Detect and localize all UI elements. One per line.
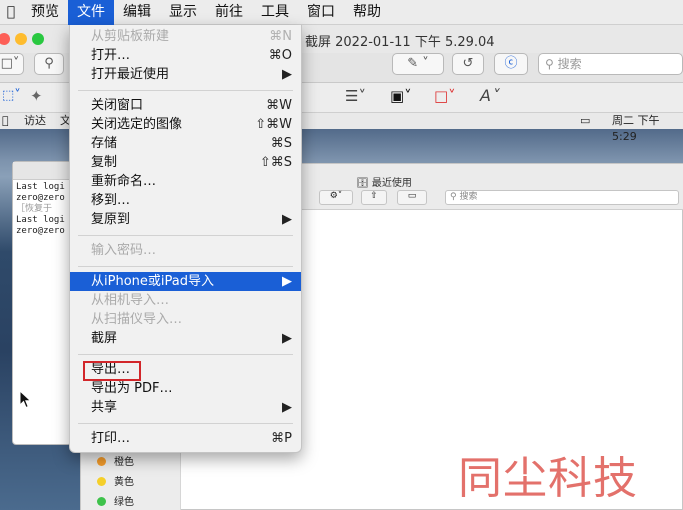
menu-item-export-pdf[interactable]: 导出为 PDF… <box>70 379 301 398</box>
rotate-icon[interactable]: ↺ <box>452 53 484 75</box>
watermark-text: 同尘科技 <box>458 453 638 504</box>
finder-title: 🗄 最近使用 <box>356 178 412 189</box>
menu-bar:  预览 文件 编辑 显示 前往 工具 窗口 帮助 <box>0 0 683 25</box>
fill-color-icon[interactable]: □˅ <box>434 87 456 105</box>
shot-clock: 周二 下午 5:29 <box>612 114 660 143</box>
menu-item-print[interactable]: 打印… ⌘P <box>70 429 301 448</box>
submenu-arrow-icon: ▶ <box>282 400 292 415</box>
menu-window[interactable]: 窗口 <box>298 0 344 25</box>
terminal-titlebar <box>13 162 71 180</box>
zoom-out-icon[interactable]: ⚲ <box>34 53 64 75</box>
menu-separator <box>78 90 293 91</box>
submenu-arrow-icon: ▶ <box>282 67 292 82</box>
minimize-window-button[interactable] <box>15 33 27 45</box>
submenu-arrow-icon: ▶ <box>282 331 292 346</box>
zoom-window-button[interactable] <box>32 33 44 45</box>
menu-view[interactable]: 显示 <box>160 0 206 25</box>
yellow-dot-icon <box>97 477 106 486</box>
close-window-button[interactable] <box>0 33 10 45</box>
menu-item-rename[interactable]: 重新命名… <box>70 172 301 191</box>
menu-separator <box>78 423 293 424</box>
search-input[interactable]: ⚲ 搜索 <box>538 53 683 75</box>
tag-green: 绿色 <box>97 493 134 508</box>
shot-menu-finder: 访达 <box>24 114 46 127</box>
menu-item-enter-password: 输入密码… <box>91 243 157 258</box>
menu-item-revert-to[interactable]: 复原到 ▶ <box>70 210 301 229</box>
menu-item-save[interactable]: 存储 ⌘S <box>70 134 301 153</box>
border-color-icon[interactable]: ▣˅ <box>390 87 412 105</box>
shot-action-icon: ⚙˅ <box>319 190 353 205</box>
menu-edit[interactable]: 编辑 <box>114 0 160 25</box>
text-style-icon[interactable]: A˅ <box>480 86 499 105</box>
terminal-line: Last logi <box>16 215 65 225</box>
export-highlight-box <box>83 361 141 381</box>
file-menu-dropdown: 从剪贴板新建 ⌘N 打开… ⌘O 打开最近使用 ▶ 关闭窗口 ⌘W 关闭选定的图像 ⇧⌘W… <box>69 25 302 453</box>
tag-yellow: 黄色 <box>97 473 134 488</box>
tag-orange: 橙色 <box>97 453 134 468</box>
apple-icon[interactable]:  <box>0 4 22 20</box>
shot-share-icon: ⇧ <box>361 190 387 205</box>
menu-tools[interactable]: 工具 <box>252 0 298 25</box>
menu-separator <box>78 235 293 236</box>
shot-display-icon: ▭ <box>580 114 591 127</box>
menu-item-open-recent[interactable]: 打开最近使用 ▶ <box>70 65 301 84</box>
instant-alpha-icon[interactable]: ✦ <box>30 87 43 105</box>
orange-dot-icon <box>97 457 106 466</box>
menu-item-new-from-clipboard: 从剪贴板新建 ⌘N <box>91 29 292 44</box>
window-title: 截屏 2022-01-11 下午 5.29.04 <box>305 35 495 50</box>
menu-item-duplicate[interactable]: 复制 ⇧⌘S <box>70 153 301 172</box>
menu-file[interactable]: 文件 <box>68 0 114 25</box>
terminal-line: Last logi <box>16 182 65 192</box>
menu-separator <box>78 354 293 355</box>
menu-item-move-to[interactable]: 移到… <box>70 191 301 210</box>
menu-item-close-window[interactable]: 关闭窗口 ⌘W <box>70 96 301 115</box>
submenu-arrow-icon: ▶ <box>282 274 292 289</box>
sidebar-toggle-icon[interactable]: □˅ <box>0 53 24 75</box>
mouse-cursor-icon <box>19 390 32 409</box>
markup-toolbar-icon[interactable]: ⓒ <box>494 53 528 75</box>
menu-go[interactable]: 前往 <box>206 0 252 25</box>
markup-pen-icon[interactable]: ✎ ˅ <box>392 53 444 75</box>
green-dot-icon <box>97 497 106 506</box>
menu-help[interactable]: 帮助 <box>344 0 390 25</box>
submenu-arrow-icon: ▶ <box>282 212 292 227</box>
menu-preview[interactable]: 预览 <box>22 0 68 25</box>
menu-item-share[interactable]: 共享 ▶ <box>70 398 301 417</box>
menu-item-close-selected[interactable]: 关闭选定的图像 ⇧⌘W <box>70 115 301 134</box>
menu-item-import-iphone[interactable]: 从iPhone或iPad导入 ▶ <box>70 272 301 291</box>
menu-item-import-scanner: 从扫描仪导入… <box>91 312 183 327</box>
line-style-icon[interactable]: ☰˅ <box>345 87 366 105</box>
menu-item-screenshot[interactable]: 截屏 ▶ <box>70 329 301 348</box>
menu-separator <box>78 266 293 267</box>
terminal-line: zero@zero <box>16 226 65 236</box>
shot-apple-icon:  <box>2 113 9 129</box>
shot-search: ⚲ 搜索 <box>445 190 679 205</box>
terminal-line: zero@zero <box>16 193 65 203</box>
selection-tool-icon[interactable]: ⬚˅ <box>2 88 21 103</box>
menu-item-import-camera: 从相机导入… <box>91 293 170 308</box>
terminal-line: ［恢复于 <box>16 204 53 214</box>
menu-item-open[interactable]: 打开… ⌘O <box>70 46 301 65</box>
shot-tag-icon: ▭ <box>397 190 427 205</box>
